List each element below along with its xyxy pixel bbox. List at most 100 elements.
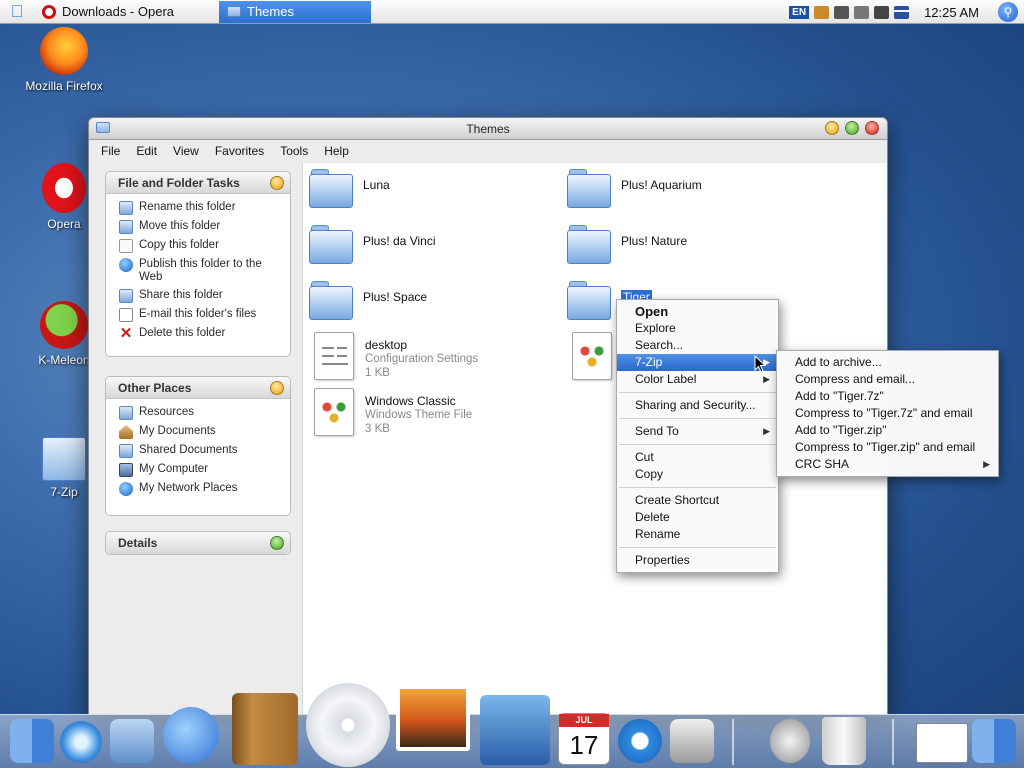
menu-add-to-7z[interactable]: Add to "Tiger.7z"	[777, 388, 998, 405]
finder-icon[interactable]	[10, 719, 54, 763]
ical-icon[interactable]: JUL 17	[558, 713, 610, 765]
volume-tray-icon[interactable]	[874, 5, 890, 19]
mail-at-icon[interactable]	[770, 719, 810, 763]
collapse-icon[interactable]	[270, 175, 284, 190]
file-item-desktop-ini[interactable]: desktop Configuration Settings 1 KB	[311, 332, 478, 380]
menu-delete[interactable]: Delete	[617, 509, 778, 526]
submenu-arrow-icon: ▶	[983, 459, 990, 469]
spotlight-search-icon[interactable]: ⚲	[998, 2, 1018, 22]
delete-icon: ✕	[119, 325, 133, 342]
apple-menu-icon[interactable]: 	[0, 0, 34, 24]
panel-header[interactable]: Details	[106, 532, 290, 554]
network-tray-icon[interactable]	[894, 5, 910, 19]
language-indicator[interactable]: EN	[789, 5, 810, 19]
menu-search[interactable]: Search...	[617, 337, 778, 354]
task-publish-folder[interactable]: Publish this folder to the Web	[119, 256, 282, 287]
menu-compress-7z-email[interactable]: Compress to "Tiger.7z" and email	[777, 405, 998, 422]
other-places-panel: Other Places Resources My Documents Shar…	[105, 376, 291, 516]
task-move-folder[interactable]: Move this folder	[119, 218, 282, 237]
menu-send-to[interactable]: Send To ▶	[617, 423, 778, 440]
menu-view[interactable]: View	[165, 144, 207, 158]
battery-tray-icon[interactable]	[834, 5, 850, 19]
menu-edit[interactable]: Edit	[128, 144, 165, 158]
collapse-icon[interactable]	[270, 380, 284, 395]
trash-icon[interactable]	[822, 717, 866, 765]
menu-open[interactable]: Open	[617, 303, 778, 320]
display-tray-icon[interactable]	[854, 5, 870, 19]
close-button[interactable]	[865, 121, 879, 135]
place-resources[interactable]: Resources	[119, 404, 282, 423]
file-item-windows-classic[interactable]: Windows Classic Windows Theme File 3 KB	[311, 388, 472, 436]
menu-sharing-security[interactable]: Sharing and Security...	[617, 397, 778, 414]
place-shared-documents[interactable]: Shared Documents	[119, 442, 282, 461]
file-type: Windows Theme File	[365, 409, 473, 421]
menu-separator	[619, 444, 776, 445]
folder-icon	[309, 165, 355, 211]
menu-favorites[interactable]: Favorites	[207, 144, 272, 158]
menu-compress-zip-email[interactable]: Compress to "Tiger.zip" and email	[777, 439, 998, 456]
menu-add-to-archive[interactable]: Add to archive...	[777, 354, 998, 371]
task-rename-folder[interactable]: Rename this folder	[119, 199, 282, 218]
menu-help[interactable]: Help	[316, 144, 357, 158]
file-item-luna[interactable]: Luna	[309, 165, 390, 211]
panel-title: Other Places	[118, 380, 192, 395]
menu-color-label[interactable]: Color Label ▶	[617, 371, 778, 388]
menu-tools[interactable]: Tools	[272, 144, 316, 158]
task-copy-folder[interactable]: Copy this folder	[119, 237, 282, 256]
place-my-network-places[interactable]: My Network Places	[119, 480, 282, 499]
computer-icon	[119, 463, 133, 477]
folder-icon	[567, 277, 613, 323]
place-my-computer[interactable]: My Computer	[119, 461, 282, 480]
safari-icon[interactable]	[60, 721, 102, 763]
address-book-icon[interactable]	[232, 693, 298, 765]
menu-add-to-zip[interactable]: Add to "Tiger.zip"	[777, 422, 998, 439]
window-title: Themes	[466, 121, 510, 136]
network-icon	[119, 482, 133, 496]
minimized-window-icon[interactable]	[916, 723, 968, 763]
place-my-documents[interactable]: My Documents	[119, 423, 282, 442]
menu-crc-sha[interactable]: CRC SHA ▶	[777, 456, 998, 473]
file-item-theme-partial[interactable]	[569, 332, 615, 380]
quicktime-icon[interactable]	[618, 719, 662, 763]
task-email-files[interactable]: E-mail this folder's files	[119, 306, 282, 325]
file-item-plus-space[interactable]: Plus! Space	[309, 277, 427, 323]
task-downloads-opera[interactable]: Downloads - Opera	[34, 1, 219, 23]
menu-compress-email[interactable]: Compress and email...	[777, 371, 998, 388]
menu-copy[interactable]: Copy	[617, 466, 778, 483]
expand-icon[interactable]	[270, 536, 284, 550]
documents-icon	[119, 425, 133, 439]
file-item-plus-da-vinci[interactable]: Plus! da Vinci	[309, 221, 436, 267]
mail-icon[interactable]	[110, 719, 154, 763]
imovie-icon[interactable]	[480, 695, 550, 765]
folder-icon	[42, 437, 86, 481]
rename-icon	[119, 201, 133, 215]
file-item-plus-nature[interactable]: Plus! Nature	[567, 221, 687, 267]
user-tray-icon[interactable]	[814, 5, 830, 19]
menu-properties[interactable]: Properties	[617, 552, 778, 569]
window-titlebar[interactable]: Themes	[89, 118, 887, 140]
task-delete-folder[interactable]: ✕ Delete this folder	[119, 325, 282, 344]
config-file-icon	[314, 332, 354, 380]
menu-rename[interactable]: Rename	[617, 526, 778, 543]
desktop-icon-firefox[interactable]: Mozilla Firefox	[19, 27, 109, 93]
menu-file[interactable]: File	[93, 144, 128, 158]
ichat-icon[interactable]	[163, 707, 219, 763]
place-label: My Documents	[139, 425, 216, 437]
menu-label: CRC SHA	[795, 457, 850, 471]
iphoto-icon[interactable]	[396, 685, 470, 751]
minimize-button[interactable]	[825, 121, 839, 135]
maximize-button[interactable]	[845, 121, 859, 135]
panel-header[interactable]: Other Places	[106, 377, 290, 399]
file-item-plus-aquarium[interactable]: Plus! Aquarium	[567, 165, 702, 211]
itunes-icon[interactable]	[306, 683, 390, 767]
panel-header[interactable]: File and Folder Tasks	[106, 172, 290, 194]
task-themes[interactable]: Themes	[219, 0, 371, 23]
menu-create-shortcut[interactable]: Create Shortcut	[617, 492, 778, 509]
task-share-folder[interactable]: Share this folder	[119, 287, 282, 306]
menu-cut[interactable]: Cut	[617, 449, 778, 466]
system-preferences-icon[interactable]	[670, 719, 714, 763]
finder-icon[interactable]	[972, 719, 1016, 763]
clock[interactable]: 12:25 AM	[924, 5, 979, 20]
theme-file-icon	[572, 332, 612, 380]
menu-explore[interactable]: Explore	[617, 320, 778, 337]
